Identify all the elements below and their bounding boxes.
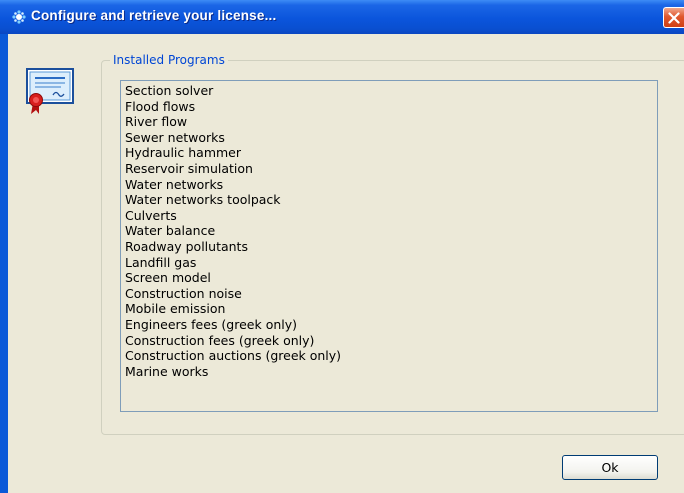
list-item[interactable]: Hydraulic hammer [125,145,653,161]
license-dialog: Configure and retrieve your license... I… [0,0,684,493]
list-item[interactable]: River flow [125,114,653,130]
dialog-body: Installed Programs Section solver Flood … [8,34,684,493]
app-icon [12,9,26,24]
list-item[interactable]: Reservoir simulation [125,161,653,177]
list-item[interactable]: Construction auctions (greek only) [125,348,653,364]
close-button[interactable] [663,7,684,28]
title-bar[interactable]: Configure and retrieve your license... [0,0,684,34]
programs-list[interactable]: Section solver Flood flows River flow Se… [120,80,658,412]
list-item[interactable]: Flood flows [125,99,653,115]
group-label: Installed Programs [110,52,228,68]
list-item[interactable]: Water networks toolpack [125,192,653,208]
window-title: Configure and retrieve your license... [31,8,277,23]
list-item[interactable]: Water balance [125,223,653,239]
list-item[interactable]: Construction noise [125,286,653,302]
list-item[interactable]: Water networks [125,177,653,193]
list-item[interactable]: Landfill gas [125,255,653,271]
list-item[interactable]: Section solver [125,83,653,99]
list-item[interactable]: Culverts [125,208,653,224]
list-item[interactable]: Construction fees (greek only) [125,333,653,349]
list-item[interactable]: Roadway pollutants [125,239,653,255]
list-item[interactable]: Sewer networks [125,130,653,146]
list-item[interactable]: Engineers fees (greek only) [125,317,653,333]
list-item[interactable]: Mobile emission [125,301,653,317]
installed-programs-group: Installed Programs Section solver Flood … [101,52,684,435]
list-item[interactable]: Marine works [125,364,653,380]
ok-button[interactable]: Ok [562,455,658,480]
close-icon [668,12,680,24]
list-item[interactable]: Screen model [125,270,653,286]
certificate-icon [25,67,77,115]
